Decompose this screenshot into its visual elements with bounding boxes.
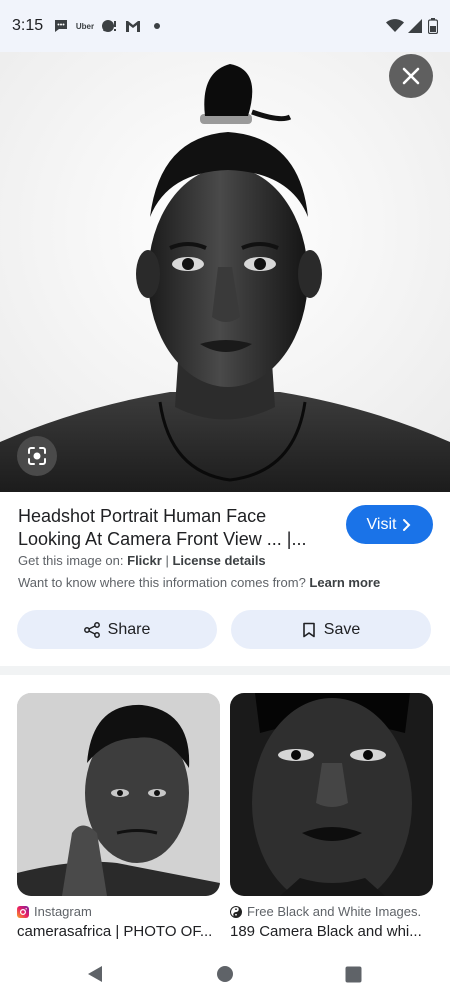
save-label: Save	[323, 620, 361, 638]
instagram-icon	[17, 905, 29, 918]
related-image-1[interactable]	[17, 693, 220, 896]
related-source-label-2: Free Black and White Images.	[247, 904, 422, 919]
learn-more-link[interactable]: Learn more	[309, 575, 380, 590]
share-label: Share	[107, 620, 151, 638]
messenger-icon	[100, 16, 118, 36]
close-button[interactable]	[389, 54, 433, 98]
navigation-bar	[0, 948, 450, 1000]
related-source-2: Free Black and White Images.	[230, 904, 421, 919]
status-time: 3:15	[12, 17, 44, 34]
source-line: Get this image on: Flickr | License deta…	[18, 553, 266, 568]
status-bar: 3:15 Uber	[0, 0, 450, 52]
close-icon	[401, 66, 421, 86]
share-icon	[83, 621, 108, 638]
related-source-label-1: Instagram	[34, 904, 92, 919]
portrait-image[interactable]	[0, 52, 450, 492]
yin-yang-icon	[230, 905, 242, 918]
info-line: Want to know where this information come…	[18, 575, 380, 590]
license-details-link[interactable]: License details	[172, 553, 265, 568]
battery-icon	[427, 16, 439, 36]
source-prefix: Get this image on:	[18, 553, 124, 568]
lens-icon	[26, 445, 48, 467]
related-title-1[interactable]: camerasafrica | PHOTO OF...	[17, 923, 220, 940]
source-link[interactable]: Flickr	[127, 553, 162, 568]
info-text: Want to know where this information come…	[18, 575, 306, 590]
related-title-2[interactable]: 189 Camera Black and whi...	[230, 923, 433, 940]
gmail-icon	[124, 16, 142, 36]
uber-icon: Uber	[74, 16, 96, 36]
related-source-1: Instagram	[17, 904, 92, 919]
signal-icon	[407, 16, 423, 36]
share-button[interactable]: Share	[17, 610, 217, 649]
related-image-2[interactable]	[230, 693, 433, 896]
chat-icon	[52, 16, 70, 36]
wifi-icon	[386, 16, 404, 36]
dot-icon	[152, 16, 162, 36]
back-icon[interactable]	[85, 964, 105, 984]
uber-label: Uber	[75, 21, 95, 31]
lens-button[interactable]	[17, 436, 57, 476]
home-icon[interactable]	[215, 964, 235, 984]
save-button[interactable]: Save	[231, 610, 431, 649]
source-separator: |	[165, 553, 169, 568]
result-title[interactable]: Headshot Portrait Human Face Looking At …	[18, 505, 328, 551]
bookmark-icon	[302, 622, 324, 638]
section-divider	[0, 666, 450, 675]
visit-label: Visit	[366, 515, 397, 533]
chevron-right-icon	[402, 518, 412, 532]
visit-button[interactable]: Visit	[346, 505, 433, 544]
recents-icon[interactable]	[343, 964, 363, 984]
